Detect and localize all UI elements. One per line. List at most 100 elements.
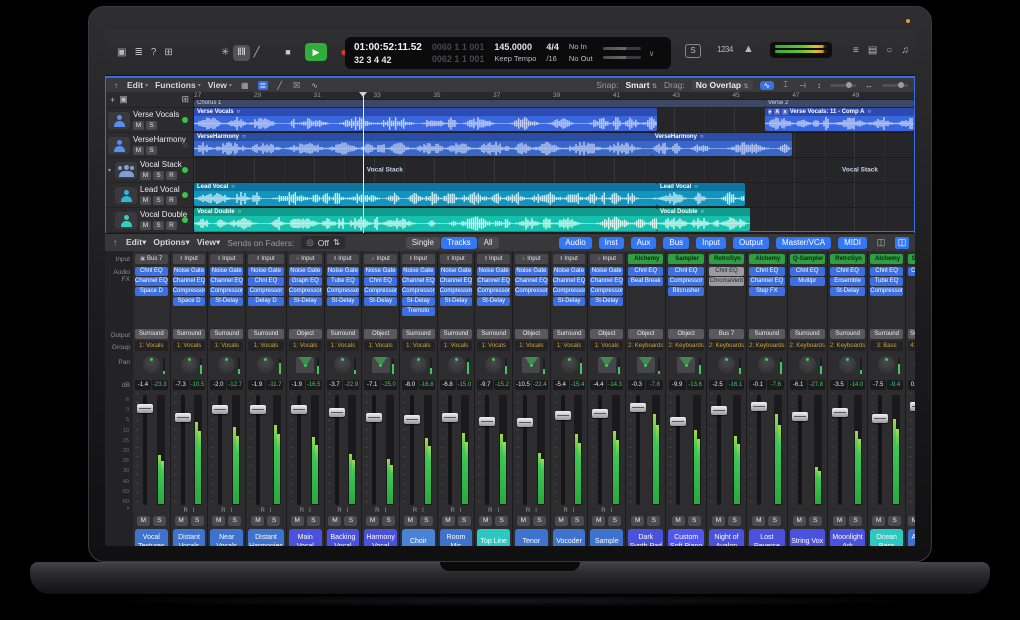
pan-knob[interactable] [181,356,198,373]
input-slot[interactable]: ○Input [590,254,623,264]
fx-slot[interactable]: Noise Gate [477,267,510,276]
mute-button[interactable]: M [137,516,150,526]
fx-slot[interactable]: Compressor [327,287,360,296]
output-slot[interactable]: Surround [402,329,435,339]
solo-button[interactable]: S [728,516,741,526]
fx-slot[interactable]: Compressor [173,287,206,296]
output-slot[interactable]: Surround [248,329,284,339]
record-indicator[interactable]: R [221,507,225,515]
output-slot[interactable]: Object [364,329,397,339]
track-header-verseharmony[interactable]: VerseHarmonyMS [106,133,193,158]
pan-control[interactable] [749,353,784,379]
group-slot[interactable]: 1: Vocals [440,341,473,351]
mixer-menu-edit[interactable]: Edit▾ [126,237,146,248]
region-vocal-double[interactable]: Vocal Double○ [194,208,657,231]
filter-master-vca-button[interactable]: Master/VCA [776,237,831,249]
input-monitor-indicator[interactable]: I [460,507,462,515]
group-slot[interactable]: 1: Vocals [248,341,284,351]
fx-slot[interactable]: Chnl EQ [135,267,168,276]
fx-slot[interactable]: Compressor [477,287,510,296]
group-slot[interactable]: 1: Vocals [477,341,510,351]
solo-button[interactable]: S [608,516,621,526]
group-slot[interactable]: 1: Vocals [515,341,548,351]
mute-button[interactable]: M [328,516,341,526]
smart-controls-icon[interactable]: ✳ [221,45,229,61]
mute-button[interactable]: M [404,516,417,526]
group-slot[interactable]: 1: Vocals [402,341,435,351]
fx-slot[interactable]: St-Delay [289,297,322,306]
output-slot[interactable]: Object [590,329,623,339]
pan-control[interactable] [327,353,360,379]
fader-cap[interactable] [291,405,307,414]
fx-slot[interactable]: Channel EQ [440,277,473,286]
filter-inst-button[interactable]: Inst [599,237,624,249]
fx-slot[interactable]: Channel EQ [173,277,206,286]
mute-button[interactable]: M [908,516,915,526]
object-pan-pad[interactable] [296,357,314,373]
input-slot[interactable]: ‖Input [327,254,360,264]
filter-bus-button[interactable]: Bus [663,237,689,249]
midi-draw-icon[interactable]: ☒ [291,81,302,90]
pan-control[interactable] [908,353,915,379]
output-slot[interactable]: Surround [830,329,865,339]
region-lead-vocal[interactable]: Lead Vocal○ [194,183,657,206]
fx-slot[interactable]: Channel EQ [135,277,168,286]
input-monitor-indicator[interactable]: I [611,507,613,515]
fx-slot[interactable]: Chnl EQ [709,267,744,276]
tracks-menu-view[interactable]: View▾ [208,80,232,90]
input-monitor-indicator[interactable]: I [384,507,386,515]
fx-slot[interactable]: St-Delay [327,297,360,306]
strip-name[interactable]: Lost Reverse [749,529,784,546]
pan-knob[interactable] [218,356,235,373]
fader-cap[interactable] [555,411,571,420]
input-monitor-indicator[interactable]: I [270,507,272,515]
output-slot[interactable]: Surround [440,329,473,339]
output-slot[interactable]: Surround [790,329,825,339]
mute-button[interactable]: M [712,516,725,526]
list-view-icon[interactable]: ≣ [258,81,269,90]
input-slot[interactable]: ○Input [364,254,397,264]
narrow-strips-toggle[interactable]: ◫ [874,237,888,249]
object-pan-pad[interactable] [372,357,390,373]
fader-cap[interactable] [630,403,646,412]
input-slot[interactable]: ‖Input [248,254,284,264]
record-indicator[interactable]: R [413,507,417,515]
group-slot[interactable]: 1: Vocals [173,341,206,351]
group-slot[interactable]: 1: Vocals [289,341,322,351]
pan-control[interactable] [440,353,473,379]
fx-slot[interactable]: Compressor [248,287,284,296]
input-slot[interactable]: ○Input [515,254,548,264]
strip-name[interactable]: Vocal Textures [135,529,168,546]
mute-button[interactable]: M [793,516,806,526]
input-slot[interactable]: Sampler [668,254,703,264]
pan-knob[interactable] [143,356,160,373]
fader-cap[interactable] [751,402,767,411]
strip-name[interactable]: Choir [402,529,435,546]
input-slot[interactable]: RetroSyn [709,254,744,264]
object-pan-pad[interactable] [677,357,695,373]
fader-cap[interactable] [175,413,191,422]
fx-slot[interactable]: St-Delay [477,297,510,306]
input-monitor-indicator[interactable]: I [347,507,349,515]
fx-slot[interactable]: Channel EQ [477,277,510,286]
pan-control[interactable] [248,353,284,379]
mixer-icon[interactable]: ‖‖ [233,45,249,61]
marquee-tool-icon[interactable]: ⌶ [781,80,790,90]
region-lead-vocal[interactable]: Lead Vocal○ [657,183,745,206]
fader-cap[interactable] [137,404,153,413]
fader-cap[interactable] [250,405,266,414]
mute-button[interactable]: M [291,516,304,526]
mute-button[interactable]: M [133,146,144,155]
fx-slot[interactable]: Channel EQ [402,277,435,286]
output-slot[interactable]: Surround [553,329,586,339]
fx-slot[interactable]: Channel EQ [553,277,586,286]
pan-control[interactable] [790,353,825,379]
fx-slot[interactable]: Compressor [553,287,586,296]
strip-name[interactable]: Ocean Bass [870,529,903,546]
take-folder-icon[interactable]: ∧ [782,109,788,115]
filter-input-button[interactable]: Input [696,237,726,249]
input-monitor-indicator[interactable]: I [573,507,575,515]
fx-slot[interactable]: Channel EQ [210,277,243,286]
solo-button[interactable]: S [533,516,546,526]
mute-button[interactable]: M [752,516,765,526]
